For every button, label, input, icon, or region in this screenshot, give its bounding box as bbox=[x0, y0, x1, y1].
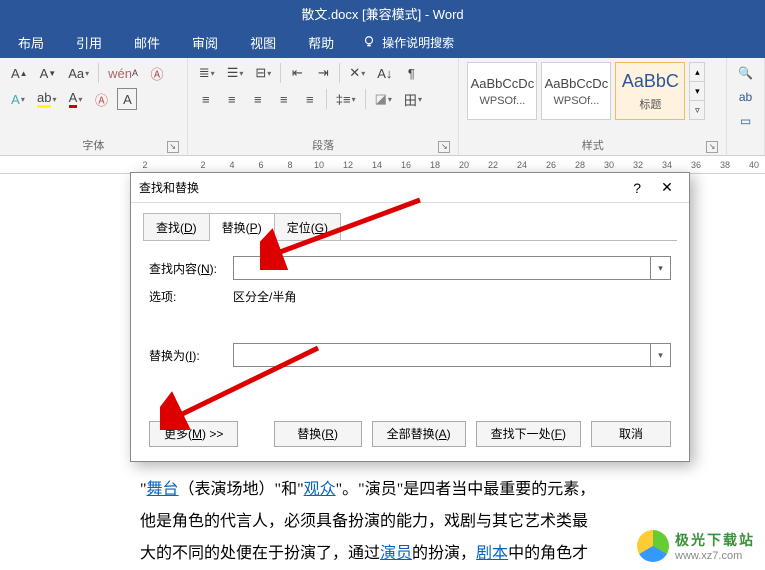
group-styles-label: 样式 ↘ bbox=[467, 135, 718, 153]
decrease-indent-button[interactable]: ⇤ bbox=[287, 62, 307, 84]
title-bar: 散文.docx [兼容模式] - Word bbox=[0, 0, 765, 26]
tab-review[interactable]: 审阅 bbox=[178, 27, 232, 58]
dialog-title-bar[interactable]: 查找和替换 ? ✕ bbox=[131, 173, 689, 203]
tab-goto[interactable]: 定位(G) bbox=[274, 213, 341, 241]
tab-find[interactable]: 查找(D) bbox=[143, 213, 210, 241]
cancel-button[interactable]: 取消 bbox=[591, 421, 671, 447]
styles-dialog-launcher[interactable]: ↘ bbox=[706, 141, 718, 153]
style-gallery-scroller[interactable]: ▴ ▾ ▿ bbox=[689, 62, 705, 120]
watermark-url: www.xz7.com bbox=[675, 550, 755, 562]
doc-line: 大的不同的处便在于扮演了，通过演员的扮演，剧本中的角色才 bbox=[140, 538, 625, 570]
tab-references[interactable]: 引用 bbox=[62, 27, 116, 58]
font-dialog-launcher[interactable]: ↘ bbox=[167, 141, 179, 153]
link-audience[interactable]: 观众 bbox=[304, 481, 336, 498]
justify-button[interactable]: ≡ bbox=[274, 88, 294, 110]
enclose-char-button[interactable]: Ⓐ bbox=[91, 88, 111, 110]
link-stage[interactable]: 舞台 bbox=[147, 481, 179, 498]
align-right-button[interactable]: ≡ bbox=[248, 88, 268, 110]
align-center-button[interactable]: ≡ bbox=[222, 88, 242, 110]
asian-spacing-button[interactable]: ✕▾ bbox=[346, 62, 368, 84]
watermark-logo-icon bbox=[637, 530, 669, 562]
gallery-up-icon[interactable]: ▴ bbox=[690, 63, 704, 82]
text-effects-button[interactable]: A▾ bbox=[8, 88, 28, 110]
tell-me[interactable]: 操作说明搜索 bbox=[352, 28, 464, 57]
find-button[interactable]: 🔍 bbox=[735, 62, 756, 84]
watermark-brand: 极光下载站 bbox=[675, 530, 755, 550]
font-color-button[interactable]: A▾ bbox=[65, 88, 85, 110]
borders-button[interactable]: 田▾ bbox=[401, 88, 425, 110]
style-card[interactable]: AaBbC 标题 bbox=[615, 62, 685, 120]
replace-input[interactable] bbox=[234, 344, 650, 366]
gallery-down-icon[interactable]: ▾ bbox=[690, 82, 704, 101]
find-dropdown[interactable]: ▾ bbox=[650, 257, 670, 279]
phonetic-guide-button[interactable]: wénA bbox=[105, 62, 141, 84]
doc-line: "舞台（表演场地）"和"观众"。"演员"是四者当中最重要的元素， bbox=[140, 474, 625, 506]
gallery-more-icon[interactable]: ▿ bbox=[690, 101, 704, 119]
group-paragraph: ≣▾ ☰▾ ⊟▾ ⇤ ⇥ ✕▾ A↓ ¶ ≡ ≡ ≡ ≡ ≡ ‡≡▾ ◪▾ bbox=[188, 58, 460, 155]
change-case-button[interactable]: Aa▾ bbox=[65, 62, 92, 84]
group-font: A▲ A▼ Aa▾ wénA Ⓐ A▾ ab▾ A▾ Ⓐ A 字体 ↘ bbox=[0, 58, 188, 155]
options-value: 区分全/半角 bbox=[233, 288, 296, 305]
group-paragraph-label: 段落 ↘ bbox=[196, 135, 451, 153]
dialog-tabs: 查找(D) 替换(P) 定位(G) bbox=[131, 203, 689, 241]
align-left-button[interactable]: ≡ bbox=[196, 88, 216, 110]
group-font-label: 字体 ↘ bbox=[8, 135, 179, 153]
sort-button[interactable]: A↓ bbox=[374, 62, 395, 84]
select-button[interactable]: ▭ bbox=[735, 110, 756, 132]
shading-button[interactable]: ◪▾ bbox=[372, 88, 395, 110]
replace-all-button[interactable]: 全部替换(A) bbox=[372, 421, 466, 447]
tab-layout[interactable]: 布局 bbox=[4, 27, 58, 58]
tab-mailings[interactable]: 邮件 bbox=[120, 27, 174, 58]
options-label: 选项: bbox=[149, 288, 225, 305]
replace-button[interactable]: ab bbox=[735, 86, 756, 108]
paragraph-dialog-launcher[interactable]: ↘ bbox=[438, 141, 450, 153]
dialog-title: 查找和替换 bbox=[139, 179, 199, 196]
tab-replace[interactable]: 替换(P) bbox=[209, 213, 275, 241]
ribbon-tabs: 布局 引用 邮件 审阅 视图 帮助 操作说明搜索 bbox=[0, 26, 765, 58]
find-next-button[interactable]: 查找下一处(F) bbox=[476, 421, 581, 447]
link-script[interactable]: 剧本 bbox=[476, 545, 508, 562]
find-replace-dialog: 查找和替换 ? ✕ 查找(D) 替换(P) 定位(G) 查找内容(N): ▾ 选… bbox=[130, 172, 690, 462]
replace-button[interactable]: 替换(R) bbox=[274, 421, 362, 447]
ribbon: A▲ A▼ Aa▾ wénA Ⓐ A▾ ab▾ A▾ Ⓐ A 字体 ↘ ≣▾ bbox=[0, 58, 765, 156]
find-input[interactable] bbox=[234, 257, 650, 279]
more-button[interactable]: 更多(M) >> bbox=[149, 421, 238, 447]
close-button[interactable]: ✕ bbox=[653, 177, 681, 199]
clear-format-button[interactable]: Ⓐ bbox=[147, 62, 167, 84]
title-text: 散文.docx [兼容模式] - Word bbox=[301, 4, 463, 23]
increase-indent-button[interactable]: ⇥ bbox=[313, 62, 333, 84]
find-label: 查找内容(N): bbox=[149, 260, 225, 277]
doc-line: 他是角色的代言人，必须具备扮演的能力，戏剧与其它艺术类最 bbox=[140, 506, 625, 538]
tab-help[interactable]: 帮助 bbox=[294, 27, 348, 58]
link-actor[interactable]: 演员 bbox=[380, 545, 412, 562]
style-card[interactable]: AaBbCcDc WPSOf... bbox=[467, 62, 537, 120]
line-spacing-button[interactable]: ‡≡▾ bbox=[333, 88, 359, 110]
show-marks-button[interactable]: ¶ bbox=[401, 62, 421, 84]
lightbulb-icon bbox=[362, 35, 376, 49]
multilevel-button[interactable]: ⊟▾ bbox=[252, 62, 274, 84]
help-button[interactable]: ? bbox=[633, 180, 641, 196]
shrink-font-button[interactable]: A▼ bbox=[37, 62, 60, 84]
group-editing: 🔍 ab ▭ bbox=[727, 58, 765, 155]
distribute-button[interactable]: ≡ bbox=[300, 88, 320, 110]
style-card[interactable]: AaBbCcDc WPSOf... bbox=[541, 62, 611, 120]
char-border-button[interactable]: A bbox=[117, 88, 137, 110]
grow-font-button[interactable]: A▲ bbox=[8, 62, 31, 84]
bullets-button[interactable]: ≣▾ bbox=[196, 62, 218, 84]
highlight-button[interactable]: ab▾ bbox=[34, 88, 59, 110]
replace-label: 替换为(I): bbox=[149, 347, 225, 364]
group-styles: AaBbCcDc WPSOf... AaBbCcDc WPSOf... AaBb… bbox=[459, 58, 727, 155]
tell-me-label: 操作说明搜索 bbox=[382, 34, 454, 51]
replace-dropdown[interactable]: ▾ bbox=[650, 344, 670, 366]
tab-view[interactable]: 视图 bbox=[236, 27, 290, 58]
watermark: 极光下载站 www.xz7.com bbox=[637, 530, 755, 562]
numbering-button[interactable]: ☰▾ bbox=[224, 62, 247, 84]
